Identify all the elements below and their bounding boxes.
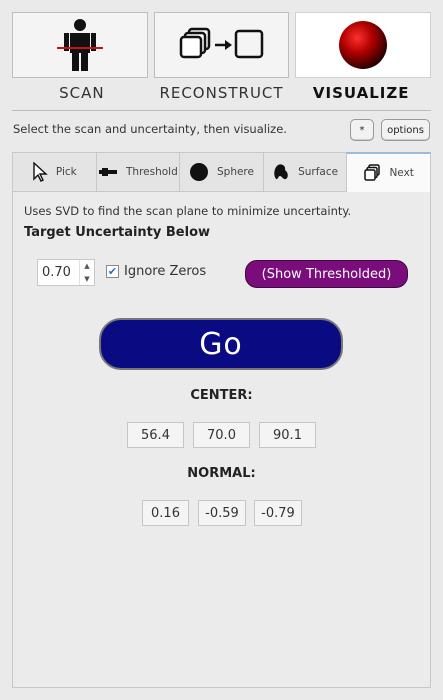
visualize-mode-button[interactable] bbox=[295, 12, 432, 78]
center-z-value: 90.1 bbox=[259, 422, 316, 448]
normal-x-value: 0.16 bbox=[142, 500, 189, 526]
center-label: CENTER: bbox=[190, 388, 253, 403]
target-uncertainty-label: Target Uncertainty Below bbox=[24, 225, 211, 240]
show-thresholded-button[interactable]: (Show Thresholded) bbox=[245, 260, 408, 288]
tab-surface-label: Surface bbox=[298, 166, 339, 178]
cursor-icon bbox=[33, 162, 48, 182]
tool-tabs: Pick Threshold Sphere Surface Next bbox=[12, 152, 431, 192]
options-button[interactable]: options bbox=[381, 119, 430, 141]
visualize-mode-label[interactable]: VISUALIZE bbox=[291, 84, 431, 102]
tab-threshold-label: Threshold bbox=[126, 166, 178, 178]
tab-threshold[interactable]: Threshold bbox=[95, 152, 180, 192]
instructions-text: Select the scan and uncertainty, then vi… bbox=[13, 122, 287, 136]
star-button[interactable]: * bbox=[350, 119, 374, 141]
scan-mode-button[interactable] bbox=[12, 12, 148, 78]
sphere-icon bbox=[189, 163, 208, 181]
normal-y-value: -0.59 bbox=[198, 500, 246, 526]
ignore-zeros-option: ✔ Ignore Zeros bbox=[106, 264, 206, 279]
tab-next-label: Next bbox=[389, 167, 414, 179]
tab-pick[interactable]: Pick bbox=[12, 152, 96, 192]
center-x-value: 56.4 bbox=[127, 422, 184, 448]
tab-sphere-label: Sphere bbox=[216, 166, 254, 178]
tab-surface[interactable]: Surface bbox=[262, 152, 347, 192]
panel-description: Uses SVD to find the scan plane to minim… bbox=[24, 204, 352, 218]
center-y-value: 70.0 bbox=[193, 422, 250, 448]
uncertainty-spinner: ▲ ▼ bbox=[79, 260, 94, 285]
target-uncertainty-value[interactable]: 0.70 bbox=[38, 265, 79, 280]
reconstruct-mode-button[interactable] bbox=[153, 12, 290, 78]
target-uncertainty-input[interactable]: 0.70 ▲ ▼ bbox=[37, 259, 95, 286]
normal-label: NORMAL: bbox=[187, 466, 256, 481]
next-panel: Uses SVD to find the scan plane to minim… bbox=[12, 192, 431, 688]
tab-pick-label: Pick bbox=[55, 166, 77, 178]
normal-z-value: -0.79 bbox=[254, 500, 302, 526]
tab-next[interactable]: Next bbox=[346, 152, 431, 192]
threshold-icon bbox=[99, 168, 118, 176]
mode-toolbar bbox=[12, 12, 432, 78]
tab-sphere[interactable]: Sphere bbox=[179, 152, 263, 192]
spin-down-icon[interactable]: ▼ bbox=[80, 273, 94, 286]
spin-up-icon[interactable]: ▲ bbox=[80, 260, 94, 273]
reconstruct-mode-label[interactable]: RECONSTRUCT bbox=[152, 84, 292, 102]
scan-mode-label[interactable]: SCAN bbox=[12, 84, 152, 102]
red-sphere-icon bbox=[339, 21, 388, 69]
go-button[interactable]: Go bbox=[99, 318, 343, 370]
mode-labels: SCAN RECONSTRUCT VISUALIZE bbox=[12, 84, 431, 102]
ignore-zeros-checkbox[interactable]: ✔ bbox=[106, 265, 119, 278]
divider bbox=[12, 110, 431, 111]
person-scan-icon bbox=[56, 19, 103, 71]
surface-icon bbox=[274, 164, 288, 180]
ignore-zeros-label[interactable]: Ignore Zeros bbox=[124, 264, 206, 279]
stacked-squares-icon bbox=[364, 164, 381, 181]
reconstruct-icon bbox=[179, 27, 263, 59]
